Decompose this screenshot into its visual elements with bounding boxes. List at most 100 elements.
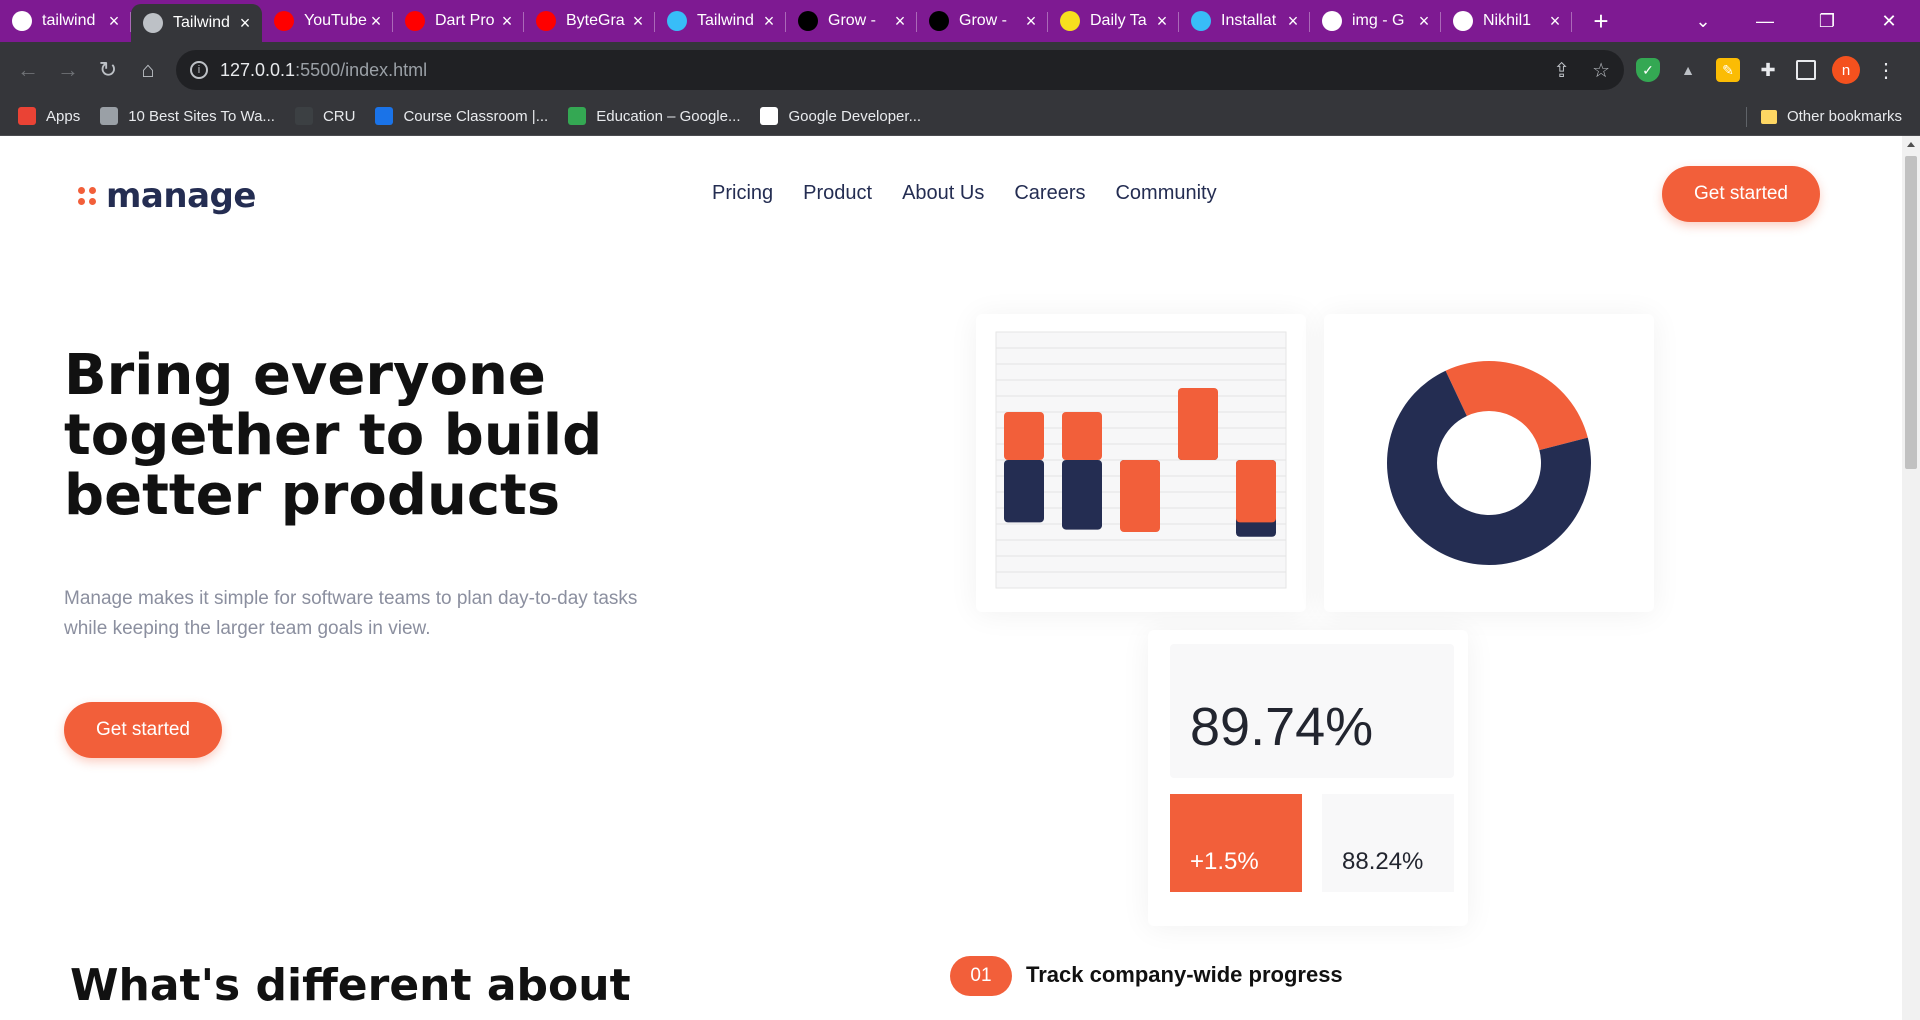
hero-title: Bring everyone together to build better … (64, 343, 603, 528)
nav-link-product[interactable]: Product (803, 182, 872, 205)
profile-avatar[interactable]: n (1832, 56, 1860, 84)
nav-link-community[interactable]: Community (1115, 182, 1216, 205)
browser-tab[interactable]: Nikhil1 × (1441, 4, 1572, 38)
browser-tab[interactable]: Tailwind × (131, 4, 262, 42)
nav-link-careers[interactable]: Careers (1014, 182, 1085, 205)
github-icon (12, 11, 32, 31)
close-tab-icon[interactable]: × (629, 11, 647, 32)
logo[interactable]: manage (78, 176, 256, 216)
header-get-started-button[interactable]: Get started (1662, 166, 1820, 222)
bookmark-favicon-icon (18, 107, 36, 125)
address-bar[interactable]: i 127.0.0.1:5500/index.html ⇪ ☆ (176, 50, 1624, 90)
close-tab-icon[interactable]: × (891, 11, 909, 32)
notes-extension-icon[interactable]: ✎ (1716, 58, 1740, 82)
close-tab-icon[interactable]: × (1284, 11, 1302, 32)
tab-search-icon[interactable]: ⌄ (1672, 11, 1734, 32)
ab-icon (929, 11, 949, 31)
close-tab-icon[interactable]: × (1546, 11, 1564, 32)
tab-title: YouTube (304, 12, 367, 29)
other-bookmarks[interactable]: Other bookmarks (1745, 97, 1902, 136)
puzzle-extensions-icon[interactable]: ✚ (1756, 58, 1780, 82)
feature-number-badge: 01 (950, 956, 1012, 996)
bookmark-favicon-icon (568, 107, 587, 125)
bar-mark (1178, 388, 1218, 460)
browser-tab[interactable]: tailwind × (0, 4, 131, 38)
new-tab-button[interactable]: + (1586, 6, 1616, 37)
github-icon (1453, 11, 1473, 31)
bookmark-item[interactable]: 10 Best Sites To Wa... (100, 107, 275, 125)
close-tab-icon[interactable]: × (1153, 11, 1171, 32)
bookmark-item[interactable]: Google Developer... (760, 107, 921, 125)
browser-tab[interactable]: Installat × (1179, 4, 1310, 38)
bookmark-item[interactable]: CRU (294, 107, 356, 125)
url-path: :5500/index.html (295, 59, 428, 80)
browser-tab[interactable]: YouTube × (262, 4, 393, 38)
bookmark-list: Apps 10 Best Sites To Wa... CRU Course Clas… (18, 107, 941, 125)
bar-mark (1120, 460, 1160, 532)
restore-icon[interactable]: ❐ (1796, 11, 1858, 32)
reload-icon[interactable]: ↻ (88, 57, 128, 83)
shark-extension-icon[interactable]: ▲ (1676, 58, 1700, 82)
browser-tab[interactable]: Tailwind × (655, 4, 786, 38)
nav-link-about-us[interactable]: About Us (902, 182, 984, 205)
hero-get-started-button[interactable]: Get started (64, 702, 222, 758)
page-scrollbar[interactable] (1902, 136, 1920, 1020)
donut-chart (1387, 361, 1591, 565)
logo-text: manage (106, 176, 256, 216)
nav-link-pricing[interactable]: Pricing (712, 182, 773, 205)
shield-extension-icon[interactable]: ✓ (1636, 58, 1660, 82)
minimize-icon[interactable]: — (1734, 11, 1796, 32)
tab-title: Nikhil1 (1483, 12, 1532, 29)
bar-mark (1062, 412, 1102, 460)
google-icon (1322, 11, 1342, 31)
bar-chart-card (976, 314, 1306, 612)
bookmark-label: Google Developer... (788, 107, 922, 125)
bookmark-label: Education – Google... (596, 107, 741, 125)
tab-title: Dart Pro (435, 12, 495, 29)
tab-title: Installat (1221, 12, 1277, 29)
tab-title: Tailwind (697, 12, 754, 29)
share-icon[interactable]: ⇪ (1553, 58, 1570, 83)
close-tab-icon[interactable]: × (1415, 11, 1433, 32)
scrollbar-thumb[interactable] (1905, 156, 1917, 469)
browser-tab[interactable]: Dart Pro × (393, 4, 524, 38)
browser-tab[interactable]: ByteGra × (524, 4, 655, 38)
bar-mark (1236, 460, 1276, 523)
browser-tab[interactable]: img - G × (1310, 4, 1441, 38)
bookmark-favicon-icon (100, 107, 119, 125)
home-icon[interactable]: ⌂ (128, 57, 168, 83)
bookmark-item[interactable]: Course Classroom |... (375, 107, 548, 125)
tab-title: Grow - (959, 12, 1007, 29)
close-tab-icon[interactable]: × (760, 11, 778, 32)
bookmark-favicon-icon (294, 107, 313, 125)
side-panel-icon[interactable] (1796, 60, 1816, 80)
close-window-icon[interactable]: ✕ (1858, 11, 1920, 32)
menu-kebab-icon[interactable]: ⋮ (1874, 58, 1898, 82)
close-tab-icon[interactable]: × (105, 11, 123, 32)
browser-tab[interactable]: Grow - × (786, 4, 917, 38)
other-bookmarks-label: Other bookmarks (1786, 108, 1902, 125)
bookmark-star-icon[interactable]: ☆ (1592, 58, 1610, 83)
browser-tab[interactable]: Grow - × (917, 4, 1048, 38)
forward-icon[interactable]: → (48, 57, 88, 83)
close-tab-icon[interactable]: × (498, 11, 516, 32)
scroll-up-icon[interactable] (1907, 142, 1915, 147)
close-tab-icon[interactable]: × (367, 11, 385, 32)
folder-icon (1760, 109, 1777, 124)
stat-change-value: +1.5% (1170, 794, 1302, 892)
close-tab-icon[interactable]: × (1022, 11, 1040, 32)
stat-main-value: 89.74% (1170, 644, 1454, 778)
bar-mark (1062, 460, 1102, 530)
back-icon[interactable]: ← (8, 57, 48, 83)
site-info-icon[interactable]: i (190, 61, 208, 79)
browser-tab[interactable]: Daily Ta × (1048, 4, 1179, 38)
tailwind-icon (667, 11, 687, 31)
donut-slice (1445, 361, 1588, 451)
xjs-icon (1060, 11, 1080, 31)
tab-title: Tailwind (173, 14, 230, 31)
bookmark-label: CRU (322, 107, 356, 125)
bookmark-item[interactable]: Apps (18, 107, 80, 125)
window-controls: ⌄ — ❐ ✕ (1672, 0, 1920, 42)
close-tab-icon[interactable]: × (236, 13, 254, 34)
bookmark-item[interactable]: Education – Google... (568, 107, 740, 125)
